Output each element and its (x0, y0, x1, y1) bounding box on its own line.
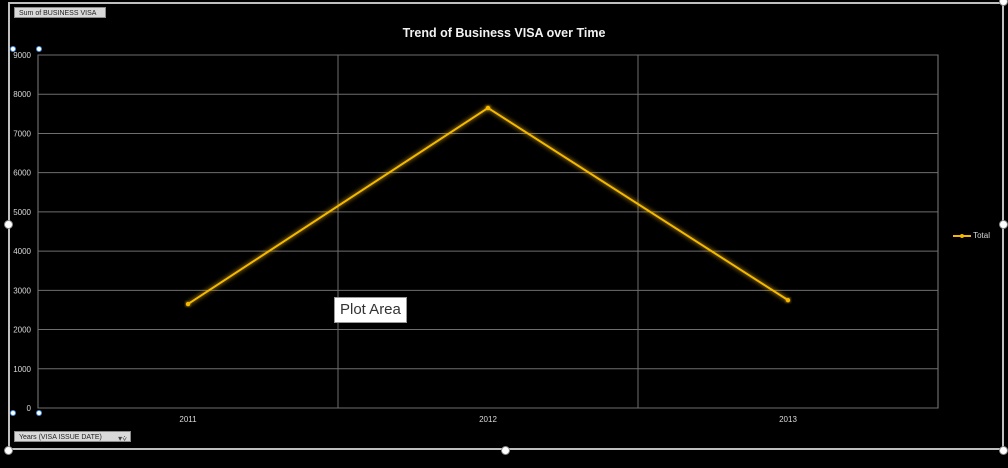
y-tick-label: 4000 (13, 247, 31, 256)
plot-area-tooltip: Plot Area (334, 297, 407, 323)
y-tick-label: 9000 (13, 51, 31, 60)
legend-label-total: Total (973, 231, 990, 240)
y-tick-label: 3000 (13, 286, 31, 295)
y-tick-label: 8000 (13, 90, 31, 99)
y-tick-label: 2000 (13, 326, 31, 335)
data-point[interactable] (485, 105, 491, 111)
data-point[interactable] (185, 301, 191, 307)
x-tick-label: 2012 (479, 415, 497, 424)
x-tick-label: 2013 (779, 415, 797, 424)
axes: 0 1000 2000 3000 4000 5000 6000 7000 8000 9000 201… (13, 51, 797, 424)
plot-area[interactable]: 0 1000 2000 3000 4000 5000 6000 7000 8000 9000 201… (0, 0, 1008, 468)
chart-canvas: Sum of BUSINESS VISA Years (VISA ISSUE D… (0, 0, 1008, 468)
x-tick-label: 2011 (179, 415, 197, 424)
legend[interactable]: Total (953, 231, 990, 240)
y-tick-label: 1000 (13, 365, 31, 374)
series-total[interactable] (185, 105, 791, 307)
legend-line-icon (953, 233, 971, 238)
series-line-total[interactable] (187, 106, 789, 305)
data-point[interactable] (785, 297, 791, 303)
y-tick-label: 7000 (13, 129, 31, 138)
y-tick-label: 6000 (13, 169, 31, 178)
y-tick-label: 0 (27, 404, 32, 413)
y-tick-label: 5000 (13, 208, 31, 217)
